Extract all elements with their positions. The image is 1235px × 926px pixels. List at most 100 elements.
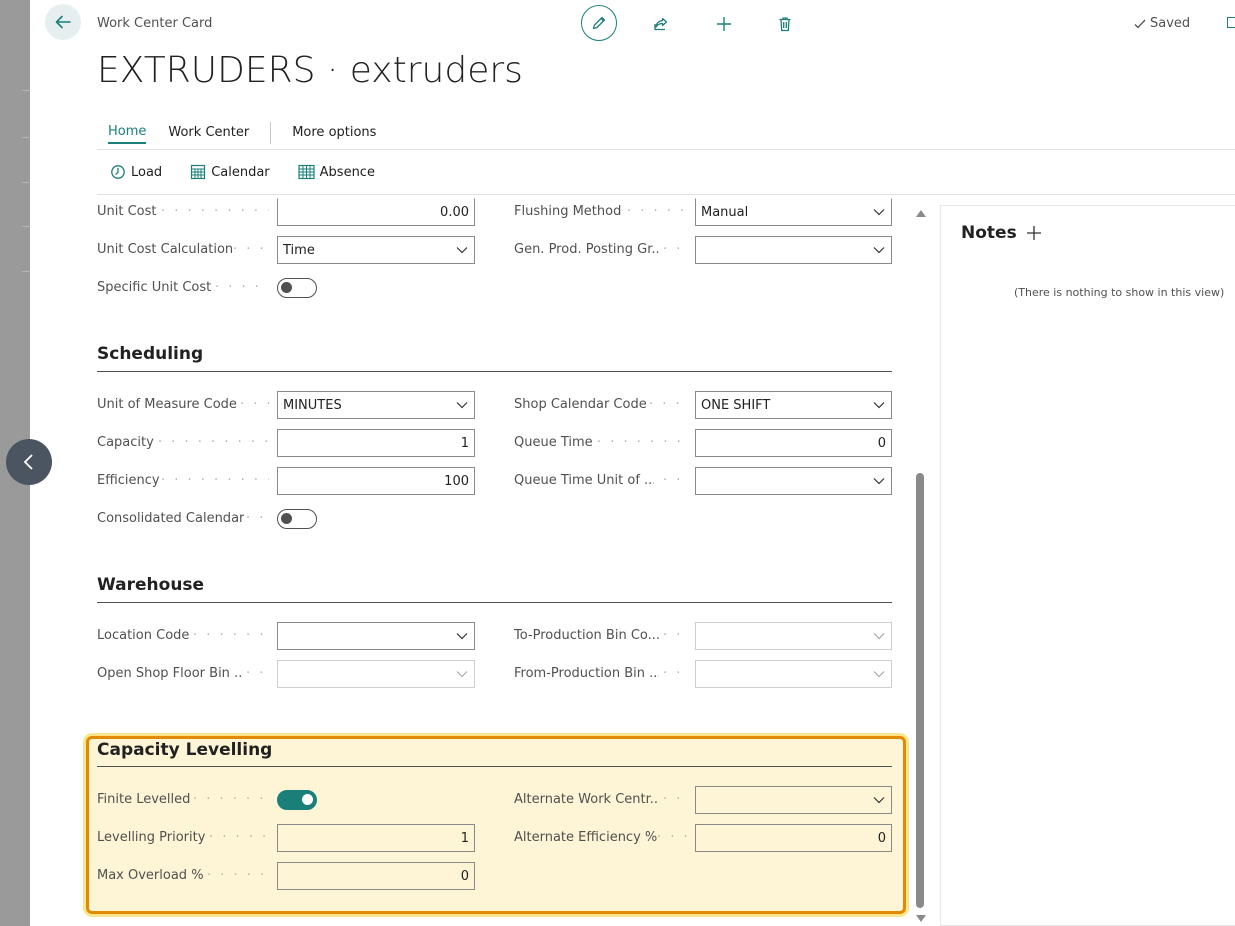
leader-dots: · · · · · · · · · · · · · bbox=[597, 435, 687, 450]
calendar-icon bbox=[191, 164, 206, 180]
expand-icon[interactable] bbox=[1227, 17, 1235, 28]
tab-work-center[interactable]: Work Center bbox=[168, 124, 249, 143]
unit-cost-value: 0.00 bbox=[440, 204, 469, 220]
leader-dots: · · · · · · · · · bbox=[207, 868, 269, 883]
load-label: Load bbox=[131, 164, 163, 180]
plus-icon bbox=[717, 17, 731, 31]
scrollbar-thumb[interactable] bbox=[916, 473, 924, 908]
chevron-down-icon bbox=[872, 667, 886, 681]
specific-unit-cost-toggle[interactable] bbox=[277, 278, 317, 298]
location-code-label: Location Code bbox=[97, 628, 190, 643]
saved-status: Saved bbox=[1133, 16, 1190, 31]
section-divider bbox=[97, 602, 892, 603]
background-divider bbox=[22, 271, 30, 272]
max-overload-label: Max Overload % bbox=[97, 868, 204, 883]
chevron-down-icon bbox=[455, 667, 469, 681]
share-button[interactable] bbox=[645, 8, 677, 40]
efficiency-label: Efficiency bbox=[97, 473, 160, 488]
arrow-left-icon bbox=[55, 15, 71, 29]
queue-time-field[interactable]: 0 bbox=[695, 429, 892, 457]
flushing-method-select[interactable]: Manual bbox=[695, 198, 892, 226]
leader-dots: · · · · bbox=[663, 792, 687, 807]
tab-more-options[interactable]: More options bbox=[292, 124, 376, 143]
background-divider bbox=[22, 182, 30, 183]
from-production-bin-code-label: From-Production Bin ... bbox=[514, 666, 659, 681]
leader-dots: · · · · bbox=[663, 666, 687, 681]
leader-dots: · · · · · bbox=[240, 397, 270, 412]
levelling-priority-value: 1 bbox=[460, 830, 469, 846]
toggle-knob bbox=[281, 513, 292, 524]
queue-time-value: 0 bbox=[877, 435, 886, 451]
capacity-levelling-section-title[interactable]: Capacity Levelling bbox=[97, 740, 272, 760]
chevron-down-icon bbox=[872, 398, 886, 412]
chevron-down-icon bbox=[872, 793, 886, 807]
consolidated-calendar-label: Consolidated Calendar bbox=[97, 511, 245, 526]
calendar-button[interactable]: Calendar bbox=[190, 164, 270, 180]
scheduling-section-title[interactable]: Scheduling bbox=[97, 344, 203, 364]
shop-calendar-code-select[interactable]: ONE SHIFT bbox=[695, 391, 892, 419]
gen-prod-posting-group-label: Gen. Prod. Posting Gr... bbox=[514, 242, 659, 257]
levelling-priority-field[interactable]: 1 bbox=[277, 824, 475, 852]
warehouse-section-title[interactable]: Warehouse bbox=[97, 575, 204, 595]
flushing-method-label: Flushing Method bbox=[514, 204, 622, 219]
leader-dots: · · · · · · · · · · · bbox=[193, 628, 269, 643]
max-overload-field[interactable]: 0 bbox=[277, 862, 475, 890]
work-center-card-panel: Work Center Card Saved EXTRUDERS · extru… bbox=[30, 0, 1235, 926]
tabs-divider bbox=[97, 149, 1235, 150]
efficiency-field[interactable]: 100 bbox=[277, 467, 475, 495]
leader-dots: · · · · · · · · · · · bbox=[193, 792, 269, 807]
tab-home[interactable]: Home bbox=[108, 123, 147, 144]
back-button[interactable] bbox=[45, 4, 81, 40]
leader-dots: · · · · · · · · · · · · · · · · bbox=[158, 435, 270, 450]
queue-time-unit-label: Queue Time Unit of ... bbox=[514, 473, 654, 488]
capacity-field[interactable]: 1 bbox=[277, 429, 475, 457]
add-note-plus-icon[interactable] bbox=[1025, 224, 1043, 242]
alternate-efficiency-field[interactable]: 0 bbox=[695, 824, 892, 852]
load-button[interactable]: Load bbox=[110, 164, 162, 180]
toggle-knob bbox=[302, 794, 313, 805]
flushing-method-value: Manual bbox=[701, 204, 749, 220]
open-shop-floor-bin-select[interactable] bbox=[277, 660, 475, 688]
to-production-bin-code-select[interactable] bbox=[695, 622, 892, 650]
scroll-down-arrow-icon[interactable] bbox=[915, 912, 927, 924]
unit-cost-label: Unit Cost bbox=[97, 204, 157, 219]
capacity-value: 1 bbox=[460, 435, 469, 451]
edit-button[interactable] bbox=[581, 5, 617, 41]
toggle-knob bbox=[281, 282, 292, 293]
notes-factbox: Notes (There is nothing to show in this … bbox=[940, 205, 1235, 926]
gen-prod-posting-group-select[interactable] bbox=[695, 236, 892, 264]
alternate-work-centre-select[interactable] bbox=[695, 786, 892, 814]
new-button[interactable] bbox=[708, 8, 740, 40]
breadcrumb: Work Center Card bbox=[97, 16, 213, 31]
consolidated-calendar-toggle[interactable] bbox=[277, 509, 317, 529]
unit-of-measure-code-select[interactable]: MINUTES bbox=[277, 391, 475, 419]
location-code-select[interactable] bbox=[277, 622, 475, 650]
queue-time-unit-select[interactable] bbox=[695, 467, 892, 495]
section-divider bbox=[97, 766, 892, 767]
action-tabs: Home Work Center More options bbox=[97, 122, 376, 144]
unit-of-measure-code-label: Unit of Measure Code bbox=[97, 397, 237, 412]
levelling-priority-label: Levelling Priority bbox=[97, 830, 206, 845]
from-production-bin-code-select[interactable] bbox=[695, 660, 892, 688]
chevron-down-icon bbox=[455, 398, 469, 412]
background-divider bbox=[22, 226, 30, 227]
absence-button[interactable]: Absence bbox=[298, 164, 375, 180]
leader-dots: · · · · · · · · · bbox=[627, 204, 687, 219]
tab-divider bbox=[270, 122, 272, 144]
finite-levelled-toggle[interactable] bbox=[277, 790, 317, 810]
scroll-up-arrow-icon[interactable] bbox=[915, 207, 927, 219]
delete-button[interactable] bbox=[769, 8, 801, 40]
leader-dots: · · · · bbox=[663, 628, 687, 643]
action-bar: Load Calendar Absence bbox=[110, 164, 375, 180]
unit-cost-field[interactable]: 0.00 bbox=[277, 198, 475, 226]
shop-calendar-code-value: ONE SHIFT bbox=[701, 397, 771, 413]
leader-dots: · · · · · · bbox=[649, 397, 687, 412]
notes-title: Notes bbox=[961, 223, 1017, 243]
unit-cost-calculation-select[interactable]: Time bbox=[277, 236, 475, 264]
absence-icon bbox=[298, 164, 315, 180]
pencil-icon bbox=[592, 16, 606, 30]
chevron-down-icon bbox=[455, 243, 469, 257]
chevron-down-icon bbox=[872, 474, 886, 488]
unit-cost-calculation-label: Unit Cost Calculation bbox=[97, 242, 234, 257]
collapse-panel-button[interactable] bbox=[6, 439, 52, 485]
